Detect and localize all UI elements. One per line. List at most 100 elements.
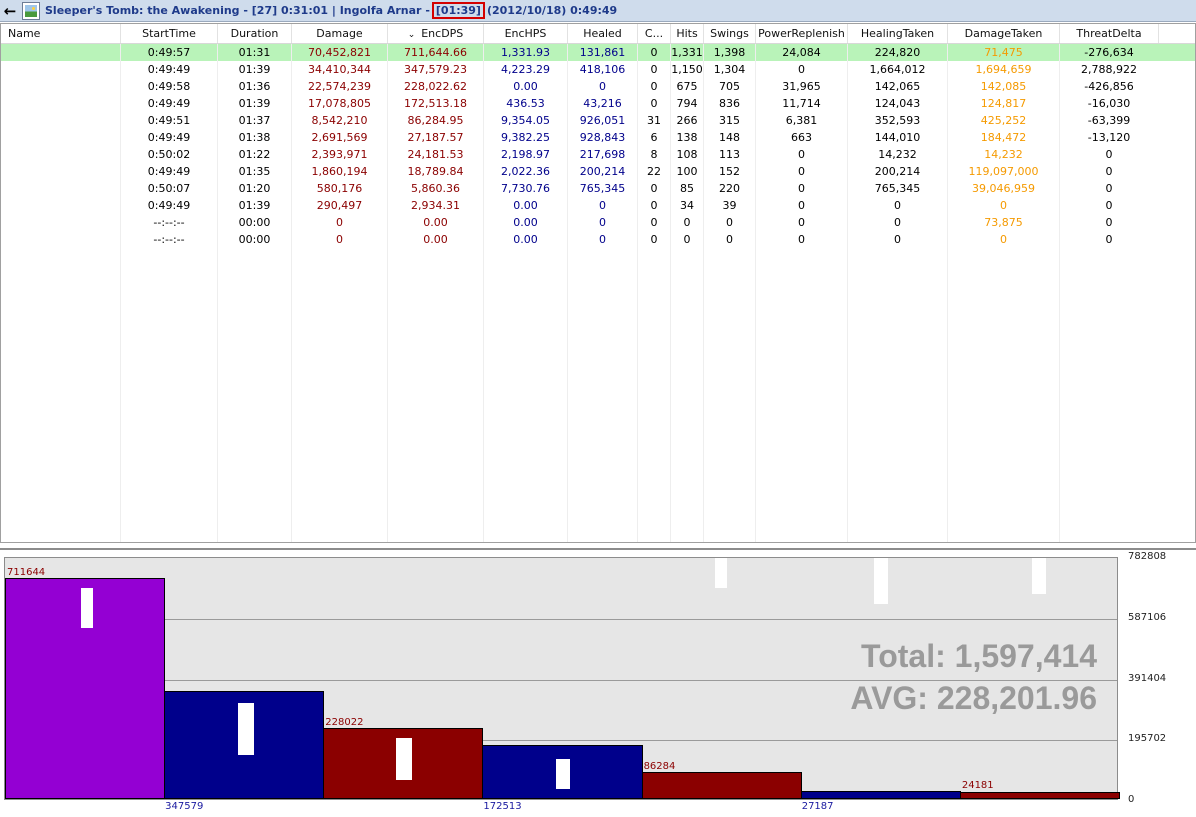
- bar-value-label: 24181: [961, 780, 994, 792]
- cell-swings: 1,398: [713, 46, 746, 59]
- bar-value-label: 347579: [165, 801, 204, 812]
- date-label: (2012/10/18) 0:49:49: [486, 4, 618, 17]
- cell-power-replenish: 0: [798, 199, 805, 212]
- column-header-power-replenish[interactable]: PowerReplenish: [756, 24, 848, 43]
- cell-damage-taken: 1,694,659: [975, 63, 1032, 76]
- cell-name: [1, 180, 121, 197]
- cell-power-replenish: 0: [798, 148, 805, 161]
- column-header-healed[interactable]: Healed: [568, 24, 638, 43]
- column-header-threat-delta[interactable]: ThreatDelta: [1060, 24, 1159, 43]
- cell-duration: 01:36: [238, 80, 271, 93]
- combatant-table: Name StartTime Duration Damage ⌄ EncDPS EncHPS…: [0, 23, 1196, 543]
- cell-enc-dps: 172,513.18: [404, 97, 467, 110]
- cell-damage: 2,691,569: [311, 131, 368, 144]
- cell-enc-dps: 711,644.66: [404, 46, 467, 59]
- cell-threat-delta: -16,030: [1087, 97, 1131, 110]
- column-divider: [847, 44, 848, 542]
- column-divider: [703, 44, 704, 542]
- bar-value-label: 86284: [643, 761, 676, 773]
- cell-hits: 85: [680, 182, 694, 195]
- cell-name: [1, 197, 121, 214]
- cell-start-time: 0:49:57: [147, 46, 191, 59]
- cell-damage: 22,574,239: [308, 80, 371, 93]
- table-row[interactable]: 0:49:57 01:31 70,452,821 711,644.66 1,331.93…: [1, 44, 1195, 61]
- column-header-hits[interactable]: Hits: [671, 24, 704, 43]
- graph-plot-area: Total: 1,597,414 AVG: 228,201.96 711644 2…: [4, 557, 1120, 800]
- table-row[interactable]: 0:49:51 01:37 8,542,210 86,284.95 9,354.05 92…: [1, 112, 1195, 129]
- cell-enc-dps: 0.00: [423, 233, 448, 246]
- cell-damage: 1,860,194: [311, 165, 368, 178]
- cell-start-time: 0:49:49: [147, 199, 191, 212]
- table-row[interactable]: 0:49:49 01:35 1,860,194 18,789.84 2,022.36 20…: [1, 163, 1195, 180]
- column-header-damage-taken[interactable]: DamageTaken: [948, 24, 1060, 43]
- cell-enc-hps: 0.00: [513, 216, 538, 229]
- column-header-enc-dps[interactable]: ⌄ EncDPS: [388, 24, 484, 43]
- cell-healing-taken: 124,043: [874, 97, 921, 110]
- column-header-label: PowerReplenish: [758, 27, 845, 40]
- cell-enc-hps: 0.00: [513, 80, 538, 93]
- cell-crit: 0: [650, 216, 658, 229]
- cell-healing-taken: 765,345: [874, 182, 921, 195]
- cell-name: [1, 214, 121, 231]
- table-row[interactable]: 0:49:58 01:36 22,574,239 228,022.62 0.00 0 0 67…: [1, 78, 1195, 95]
- column-header-name[interactable]: Name: [1, 24, 121, 43]
- zone-label: Sleeper's Tomb: the Awakening - [27] 0:3…: [45, 4, 430, 17]
- bar-value-label: 711644: [7, 567, 46, 579]
- cell-duration: 01:31: [238, 46, 271, 59]
- column-header-swings[interactable]: Swings: [704, 24, 756, 43]
- cell-enc-hps: 1,331.93: [501, 46, 550, 59]
- graph-marker: [1032, 558, 1046, 594]
- cell-threat-delta: -426,856: [1084, 80, 1134, 93]
- cell-duration: 01:35: [238, 165, 271, 178]
- y-axis-tick-label: 587106: [1128, 611, 1167, 623]
- cell-enc-hps: 9,382.25: [501, 131, 550, 144]
- cell-duration: 01:39: [238, 199, 271, 212]
- table-row[interactable]: 0:50:02 01:22 2,393,971 24,181.53 2,198.97 21…: [1, 146, 1195, 163]
- cell-start-time: 0:49:49: [147, 97, 191, 110]
- cell-enc-hps: 0.00: [513, 199, 538, 212]
- table-row[interactable]: 0:49:49 01:39 34,410,344 347,579.23 4,223.29…: [1, 61, 1195, 78]
- cell-threat-delta: 0: [1105, 216, 1113, 229]
- bar-value-label: 228022: [325, 717, 364, 729]
- column-header-label: Hits: [676, 27, 698, 40]
- column-header-enc-hps[interactable]: EncHPS: [484, 24, 568, 43]
- table-row[interactable]: 0:49:49 01:38 2,691,569 27,187.57 9,382.25 92…: [1, 129, 1195, 146]
- table-row[interactable]: 0:50:07 01:20 580,176 5,860.36 7,730.76 765,3…: [1, 180, 1195, 197]
- cell-hits: 100: [676, 165, 698, 178]
- cell-healing-taken: 144,010: [874, 131, 921, 144]
- column-divider: [947, 44, 948, 542]
- cell-healing-taken: 142,065: [874, 80, 921, 93]
- cell-healing-taken: 224,820: [874, 46, 921, 59]
- cell-healed: 418,106: [579, 63, 626, 76]
- cell-swings: 315: [719, 114, 740, 127]
- column-header-damage[interactable]: Damage: [292, 24, 388, 43]
- column-header-duration[interactable]: Duration: [218, 24, 292, 43]
- cell-damage-taken: 73,875: [984, 216, 1023, 229]
- cell-threat-delta: 0: [1105, 199, 1113, 212]
- cell-damage: 290,497: [316, 199, 363, 212]
- table-row[interactable]: --:--:-- 00:00 0 0.00 0.00 0 0 0 0 0 0 73,875 0: [1, 214, 1195, 231]
- table-row[interactable]: 0:49:49 01:39 290,497 2,934.31 0.00 0 0 34 39 0 0 0…: [1, 197, 1195, 214]
- cell-enc-hps: 7,730.76: [501, 182, 550, 195]
- cell-healed: 43,216: [583, 97, 622, 110]
- column-header-healing-taken[interactable]: HealingTaken: [848, 24, 948, 43]
- picture-icon[interactable]: [22, 1, 40, 20]
- table-body: 0:49:57 01:31 70,452,821 711,644.66 1,331.93…: [1, 44, 1195, 248]
- cell-name: [1, 231, 121, 248]
- column-header-crit[interactable]: C...: [638, 24, 671, 43]
- cell-crit: 0: [650, 80, 658, 93]
- column-divider: [217, 44, 218, 542]
- column-header-label: EncHPS: [504, 27, 547, 40]
- column-header-start-time[interactable]: StartTime: [121, 24, 218, 43]
- column-header-label: Healed: [583, 27, 622, 40]
- cell-swings: 113: [719, 148, 740, 161]
- table-row[interactable]: --:--:-- 00:00 0 0.00 0.00 0 0 0 0 0 0 0 0: [1, 231, 1195, 248]
- cell-start-time: 0:49:51: [147, 114, 191, 127]
- cell-hits: 1,331: [671, 46, 703, 59]
- back-arrow-icon[interactable]: ←: [0, 1, 20, 21]
- cell-enc-hps: 9,354.05: [501, 114, 550, 127]
- cell-duration: 00:00: [238, 216, 271, 229]
- cell-start-time: 0:50:02: [147, 148, 191, 161]
- cell-hits: 34: [680, 199, 694, 212]
- table-row[interactable]: 0:49:49 01:39 17,078,805 172,513.18 436.53 43…: [1, 95, 1195, 112]
